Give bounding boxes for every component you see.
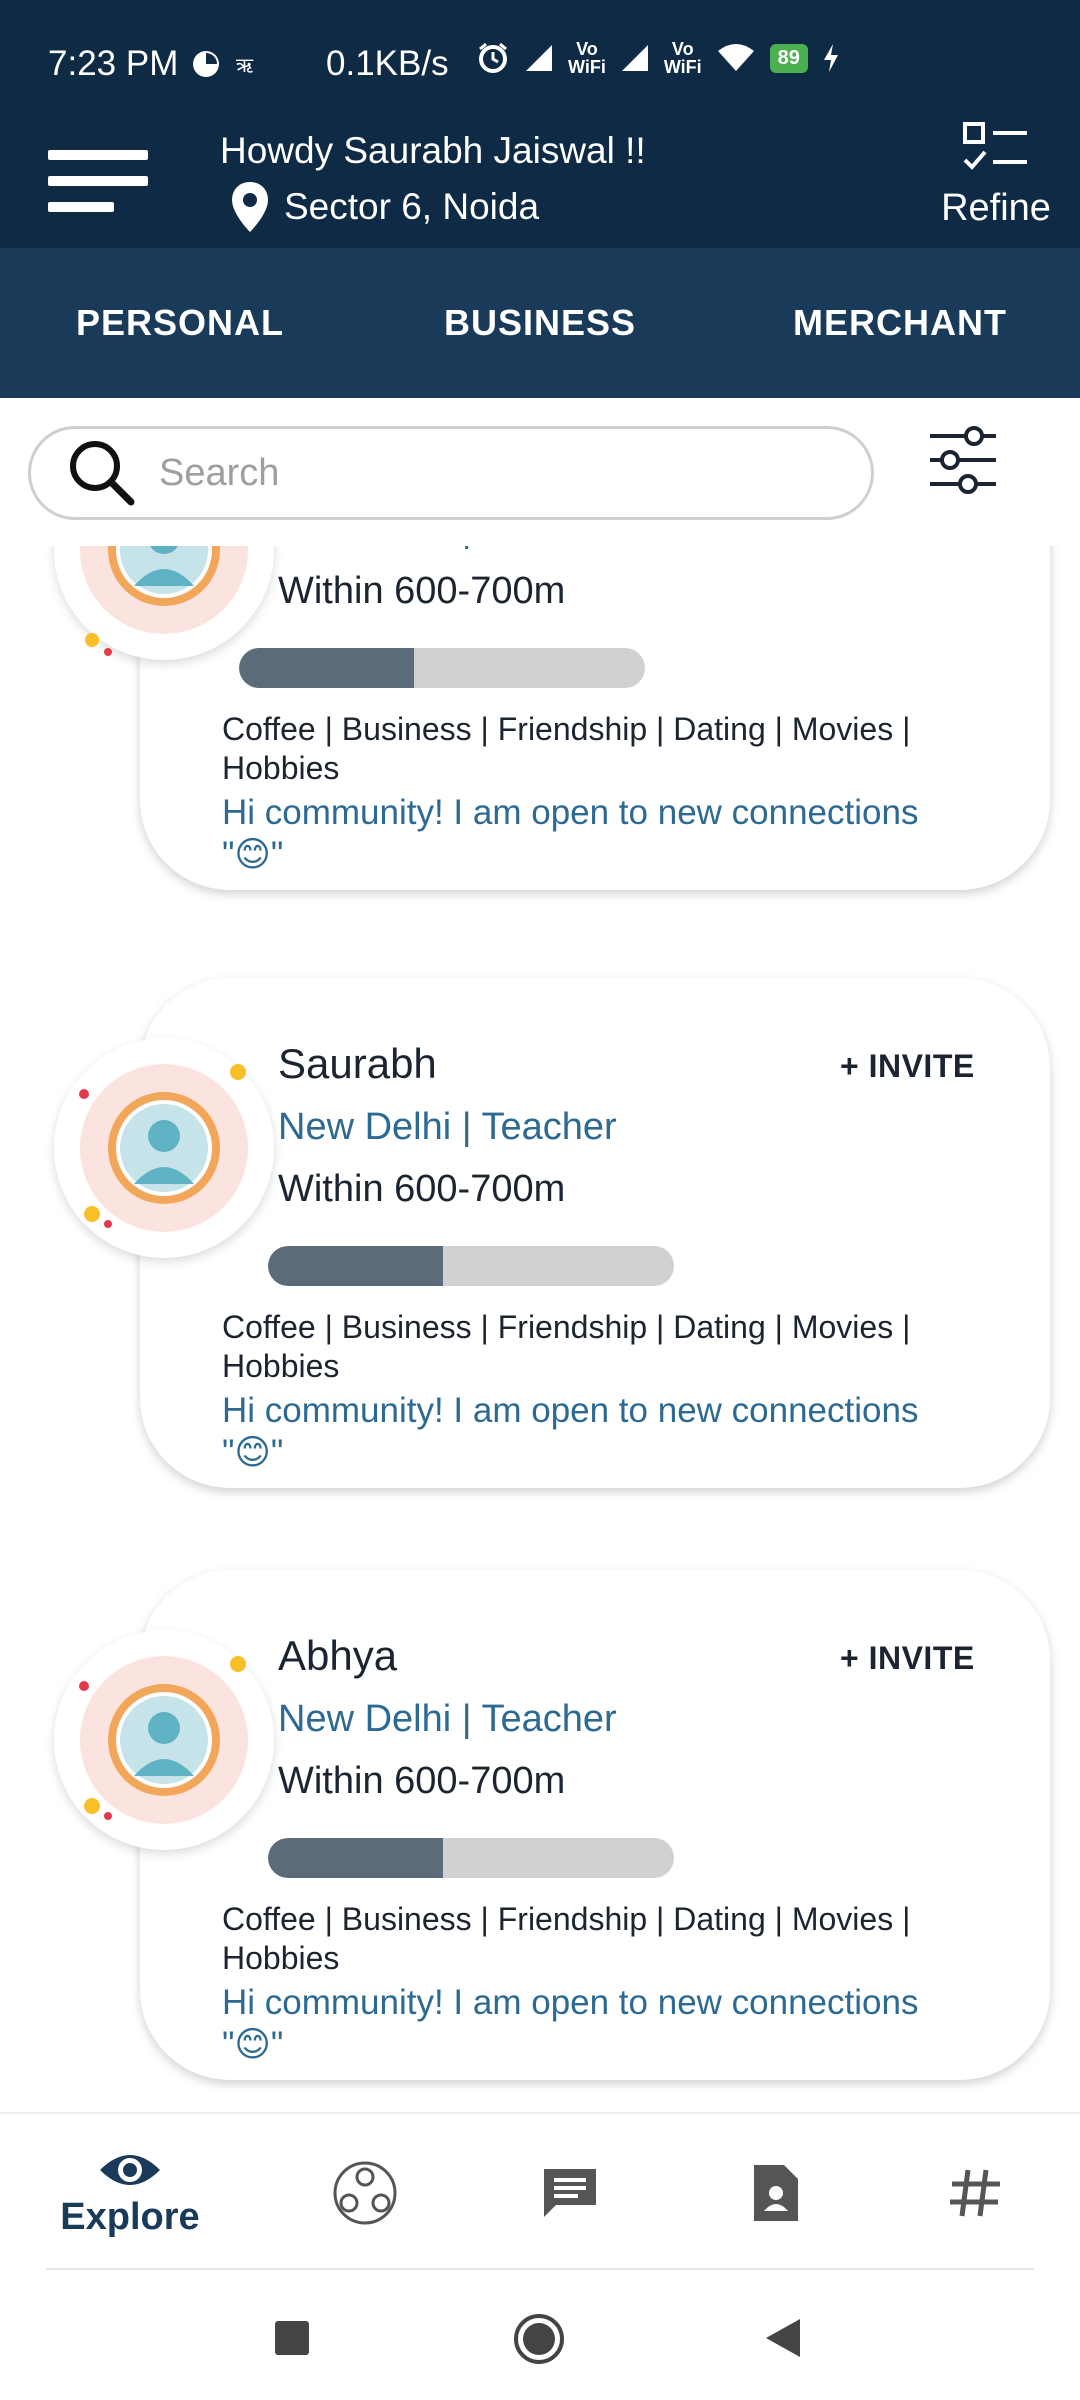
invite-button[interactable]: + INVITE: [840, 1640, 975, 1677]
chat-icon: [544, 2169, 596, 2217]
greeting-text: Howdy Saurabh Jaiswal !!: [220, 130, 646, 171]
alarm-icon: [479, 42, 507, 73]
location-pin-icon: [232, 182, 268, 232]
match-progress-bar: [268, 1246, 674, 1286]
profile-bio: Hi community! I am open to new connectio…: [222, 1983, 919, 2064]
refine-label: Refine: [941, 187, 1051, 229]
nav-divider: [46, 2268, 1034, 2270]
search-icon: [70, 441, 135, 506]
contact-card-icon: [754, 2165, 798, 2221]
profile-distance: Within 600-700m: [278, 1760, 566, 1802]
profile-feed[interactable]: New Delhi | Student Within 600-700m Coff…: [0, 546, 1080, 2112]
profile-interests: Coffee | Business | Friendship | Dating …: [222, 1901, 911, 1976]
signal-icon: [526, 45, 552, 71]
vowifi-label: Vo WiFi: [568, 39, 606, 77]
profile-interests: Coffee | Business | Friendship | Dating …: [222, 711, 911, 786]
status-bar: 7:23 PM ऋ 0.1KB/s Vo WiFi Vo WiFi 89: [0, 0, 1080, 130]
recents-icon[interactable]: [272, 2318, 312, 2358]
vowifi-label-2: Vo WiFi: [663, 39, 702, 77]
avatar[interactable]: [54, 1630, 274, 1850]
bottom-navigation: Explore: [0, 2112, 1080, 2270]
avatar-icon: [79, 1064, 248, 1232]
status-time: 7:23 PM: [48, 44, 179, 83]
filter-sliders-button[interactable]: [928, 424, 998, 496]
charging-icon: [823, 44, 838, 72]
tab-personal[interactable]: PERSONAL: [0, 248, 360, 398]
match-progress-fill: [268, 1838, 443, 1878]
nav-community[interactable]: [300, 2114, 430, 2272]
back-icon[interactable]: [762, 2316, 804, 2360]
category-tabs: PERSONAL BUSINESS MERCHANT: [0, 248, 1080, 398]
profile-role: New Delhi | Student: [278, 546, 613, 551]
nav-explore[interactable]: Explore: [40, 2114, 220, 2272]
search-input[interactable]: Search: [28, 426, 874, 520]
location-label: Sector 6, Noida: [284, 186, 540, 227]
profile-distance: Within 600-700m: [278, 1168, 566, 1210]
invite-button[interactable]: + INVITE: [840, 1048, 975, 1085]
profile-interests: Coffee | Business | Friendship | Dating …: [222, 1309, 911, 1384]
search-placeholder: Search: [159, 451, 280, 494]
signal-icon-2: [621, 45, 648, 71]
avatar[interactable]: [54, 1038, 274, 1258]
profile-card[interactable]: Saurabh + INVITE New Delhi | Teacher Wit…: [0, 978, 1080, 1498]
nav-hashtag[interactable]: [910, 2114, 1040, 2272]
system-navigation-bar: [0, 2272, 1080, 2400]
match-progress-bar: [268, 1838, 674, 1878]
match-progress-bar: [239, 648, 645, 688]
profile-bio: Hi community! I am open to new connectio…: [222, 793, 919, 874]
profile-distance: Within 600-700m: [278, 570, 566, 612]
current-location[interactable]: Sector 6, Noida: [230, 180, 539, 234]
community-icon: [333, 2161, 397, 2225]
app-header: 7:23 PM ऋ 0.1KB/s Vo WiFi Vo WiFi 89 Howdy…: [0, 0, 1080, 248]
net-speed: 0.1KB/s: [326, 44, 449, 83]
checklist-icon: [963, 122, 1027, 170]
avatar-icon: [80, 546, 248, 656]
hashtag-icon: [950, 2169, 1000, 2217]
home-icon[interactable]: [512, 2312, 566, 2366]
notification-icon: [193, 51, 220, 77]
profile-name: Abhya: [278, 1632, 398, 1679]
battery-level: 89: [769, 43, 808, 73]
eye-icon: [100, 2154, 160, 2185]
app-notification-icon: ऋ: [236, 53, 254, 77]
profile-role: New Delhi | Teacher: [278, 1698, 617, 1740]
match-progress-fill: [268, 1246, 443, 1286]
avatar[interactable]: [54, 546, 274, 660]
tab-merchant[interactable]: MERCHANT: [720, 248, 1080, 398]
profile-card[interactable]: New Delhi | Student Within 600-700m Coff…: [0, 546, 1080, 900]
avatar-icon: [79, 1656, 248, 1824]
profile-card[interactable]: Abhya + INVITE New Delhi | Teacher Withi…: [0, 1570, 1080, 2090]
svg-text:ऋ: ऋ: [236, 53, 254, 77]
profile-name: Saurabh: [278, 1040, 437, 1087]
profile-bio: Hi community! I am open to new connectio…: [222, 1391, 919, 1472]
refine-button[interactable]: Refine: [936, 120, 1056, 230]
sliders-icon: [930, 426, 996, 494]
nav-chat[interactable]: [505, 2114, 635, 2272]
nav-explore-label: Explore: [60, 2195, 200, 2238]
match-progress-fill: [239, 648, 414, 688]
profile-role: New Delhi | Teacher: [278, 1106, 617, 1148]
wifi-icon: [717, 44, 754, 71]
tab-business[interactable]: BUSINESS: [360, 248, 720, 398]
nav-contacts[interactable]: [710, 2114, 840, 2272]
hamburger-menu-button[interactable]: [48, 146, 148, 216]
